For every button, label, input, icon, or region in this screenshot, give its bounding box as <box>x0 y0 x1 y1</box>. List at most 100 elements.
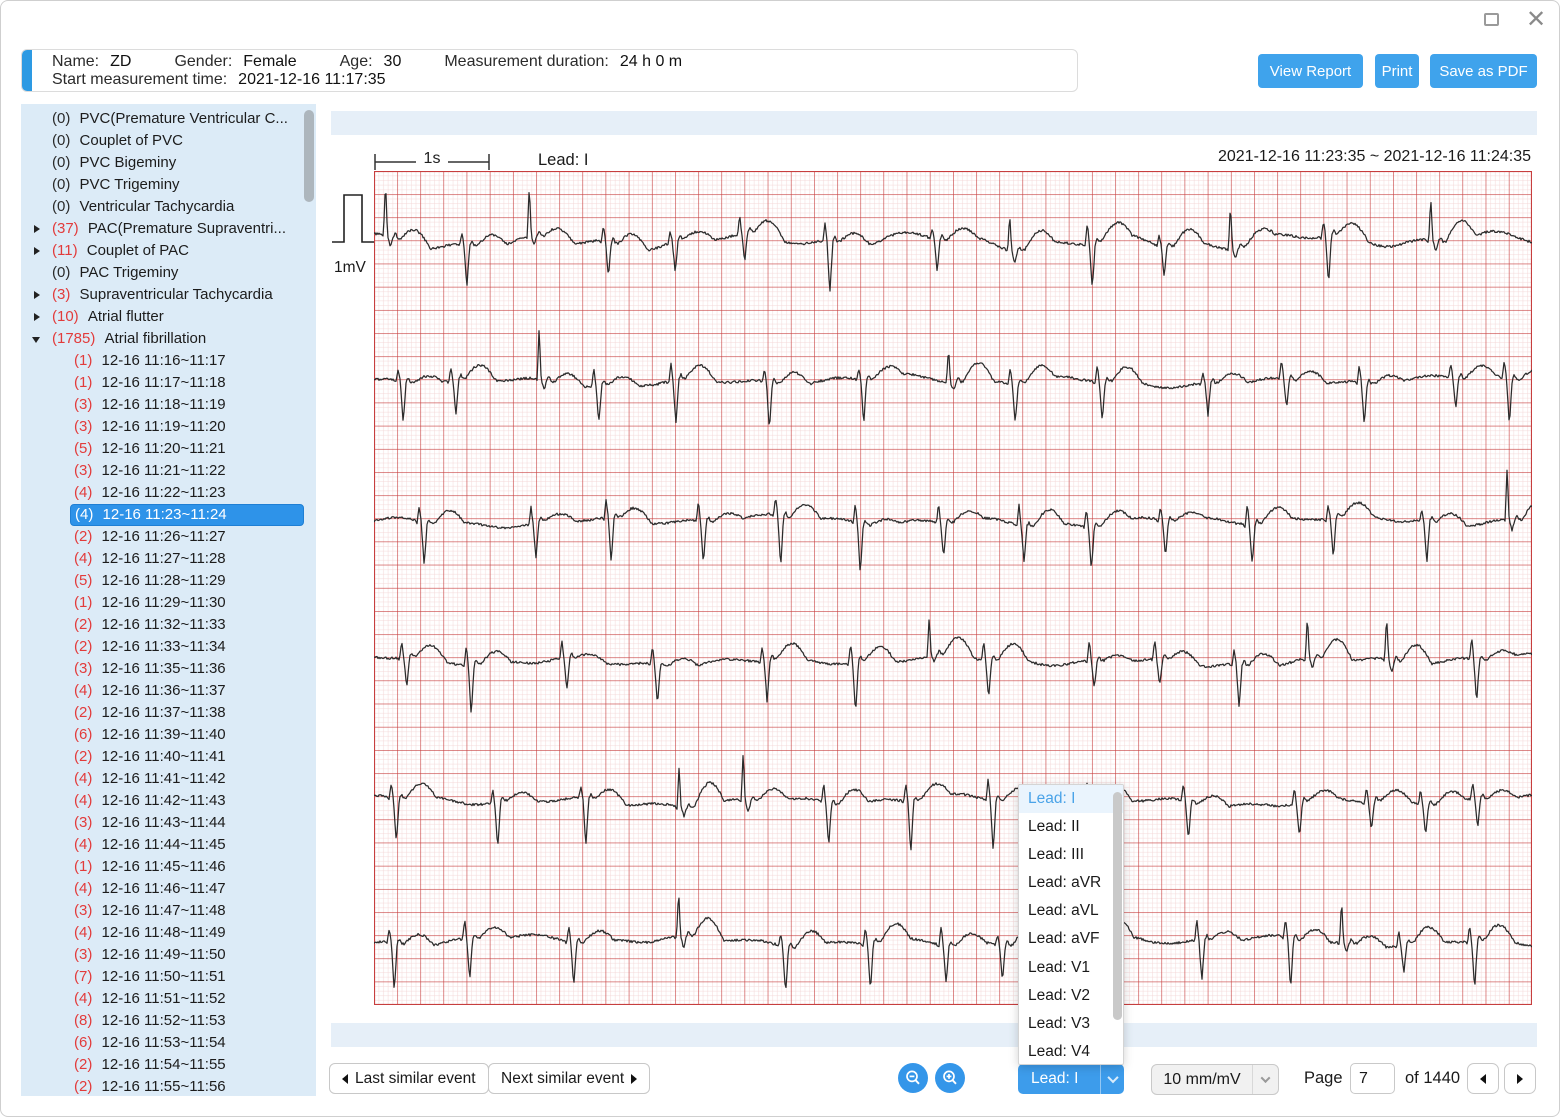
sidebar-tree-item[interactable]: (37) PAC(Premature Supraventri... <box>21 218 316 240</box>
field-label: Start measurement time: <box>52 71 227 89</box>
sidebar-tree-item[interactable]: (0) PVC(Premature Ventricular C... <box>21 108 316 130</box>
next-similar-event-button[interactable]: Next similar event <box>488 1063 650 1094</box>
sidebar-event-item[interactable]: (3) 12-16 11:35~11:36 <box>70 658 304 680</box>
event-time: 12-16 11:16~11:17 <box>102 352 226 369</box>
sidebar-tree-item[interactable]: (11) Couplet of PAC <box>21 240 316 262</box>
last-similar-event-button[interactable]: Last similar event <box>329 1063 489 1094</box>
expand-arrow-icon[interactable] <box>34 313 40 321</box>
sidebar-event-item[interactable]: (3) 12-16 11:19~11:20 <box>70 416 304 438</box>
next-page-button[interactable] <box>1504 1063 1536 1094</box>
sidebar-event-item[interactable]: (3) 12-16 11:21~11:22 <box>70 460 304 482</box>
sidebar-event-item[interactable]: (3) 12-16 11:43~11:44 <box>70 812 304 834</box>
field-value: ZD <box>110 53 131 71</box>
chevron-down-icon <box>1100 1064 1124 1094</box>
sidebar-tree-item[interactable]: (10) Atrial flutter <box>21 306 316 328</box>
sidebar-event-item[interactable]: (8) 12-16 11:52~11:53 <box>70 1010 304 1032</box>
event-time: 12-16 11:17~11:18 <box>102 374 226 391</box>
view-report-button[interactable]: View Report <box>1258 54 1363 88</box>
sidebar-event-item[interactable]: (2) 12-16 11:54~11:55 <box>70 1054 304 1076</box>
event-count: (3) <box>74 902 92 919</box>
sidebar-event-item[interactable]: (7) 12-16 11:50~11:51 <box>70 966 304 988</box>
lead-select[interactable]: Lead: I <box>1018 1064 1124 1094</box>
sidebar-event-item[interactable]: (4) 12-16 11:27~11:28 <box>70 548 304 570</box>
sidebar-tree-item[interactable]: (0) PVC Trigeminy <box>21 174 316 196</box>
event-count: (4) <box>74 924 92 941</box>
sidebar-event-item[interactable]: (4) 12-16 11:22~11:23 <box>70 482 304 504</box>
ecg-row-trace <box>374 756 1532 850</box>
lead-option[interactable]: Lead: V3 <box>1019 1010 1123 1038</box>
calibration-pulse-icon <box>331 193 377 247</box>
sidebar-tree-item[interactable]: (0) Ventricular Tachycardia <box>21 196 316 218</box>
lead-option[interactable]: Lead: V1 <box>1019 954 1123 982</box>
zoom-out-button[interactable] <box>898 1063 928 1093</box>
sidebar-tree-item[interactable]: (0) PAC Trigeminy <box>21 262 316 284</box>
page-number-input[interactable] <box>1350 1063 1395 1094</box>
sidebar-tree-item[interactable]: (3) Supraventricular Tachycardia <box>21 284 316 306</box>
sidebar-tree-item[interactable]: (0) PVC Bigeminy <box>21 152 316 174</box>
sidebar-event-item[interactable]: (1) 12-16 11:29~11:30 <box>70 592 304 614</box>
sidebar-tree-item[interactable]: (0) Couplet of PVC <box>21 130 316 152</box>
sidebar-event-item[interactable]: (2) 12-16 11:37~11:38 <box>70 702 304 724</box>
zoom-in-button[interactable] <box>935 1063 965 1093</box>
previous-page-button[interactable] <box>1467 1063 1499 1094</box>
sidebar-event-item[interactable]: (6) 12-16 11:53~11:54 <box>70 1032 304 1054</box>
close-button[interactable]: ✕ <box>1523 7 1549 33</box>
lead-option[interactable]: Lead: V4 <box>1019 1038 1123 1065</box>
print-button[interactable]: Print <box>1375 54 1419 88</box>
event-tree: (0) PVC(Premature Ventricular C... (0) C… <box>21 108 316 1096</box>
lead-option[interactable]: Lead: II <box>1019 813 1123 841</box>
patient-info-fields: Name: ZD Gender: Female Age: 30 Measurem… <box>52 53 1077 89</box>
maximize-button[interactable] <box>1484 13 1499 26</box>
lead-option[interactable]: Lead: aVL <box>1019 897 1123 925</box>
event-time: 12-16 11:33~11:34 <box>102 638 226 655</box>
left-arrow-icon <box>342 1074 348 1084</box>
sidebar-event-item[interactable]: (4) 12-16 11:23~11:24 <box>70 504 304 526</box>
dropdown-scrollbar[interactable] <box>1113 792 1122 1020</box>
sidebar-tree-item[interactable]: (1785) Atrial fibrillation <box>21 328 316 350</box>
event-count: (0) <box>52 176 70 193</box>
sidebar-event-item[interactable]: (4) 12-16 11:36~11:37 <box>70 680 304 702</box>
left-arrow-icon <box>1480 1074 1486 1084</box>
sidebar-event-item[interactable]: (4) 12-16 11:48~11:49 <box>70 922 304 944</box>
sidebar-event-item[interactable]: (2) 12-16 11:32~11:33 <box>70 614 304 636</box>
sidebar-event-item[interactable]: (1) 12-16 11:17~11:18 <box>70 372 304 394</box>
lead-option[interactable]: Lead: V2 <box>1019 982 1123 1010</box>
sidebar-event-item[interactable]: (4) 12-16 11:51~11:52 <box>70 988 304 1010</box>
expand-arrow-icon[interactable] <box>32 337 40 343</box>
sidebar-event-item[interactable]: (2) 12-16 11:40~11:41 <box>70 746 304 768</box>
sidebar-event-item[interactable]: (5) 12-16 11:28~11:29 <box>70 570 304 592</box>
sidebar-event-item[interactable]: (4) 12-16 11:42~11:43 <box>70 790 304 812</box>
gain-select[interactable]: 10 mm/mV <box>1151 1064 1279 1095</box>
event-type-label: PAC(Premature Supraventri... <box>88 220 286 237</box>
sidebar-event-item[interactable]: (3) 12-16 11:49~11:50 <box>70 944 304 966</box>
event-count: (6) <box>74 1034 92 1051</box>
lead-option[interactable]: Lead: aVF <box>1019 925 1123 953</box>
sidebar-event-item[interactable]: (6) 12-16 11:39~11:40 <box>70 724 304 746</box>
sidebar-event-item[interactable]: (1) 12-16 11:45~11:46 <box>70 856 304 878</box>
sidebar-event-item[interactable]: (2) 12-16 11:26~11:27 <box>70 526 304 548</box>
lead-option[interactable]: Lead: III <box>1019 841 1123 869</box>
save-as-pdf-button[interactable]: Save as PDF <box>1430 54 1537 88</box>
event-count: (2) <box>74 1056 92 1073</box>
sidebar-event-item[interactable]: (4) 12-16 11:41~11:42 <box>70 768 304 790</box>
lead-option[interactable]: Lead: aVR <box>1019 869 1123 897</box>
ecg-trace-layer <box>374 171 1532 1005</box>
sidebar-event-item[interactable]: (2) 12-16 11:33~11:34 <box>70 636 304 658</box>
lead-option[interactable]: Lead: I <box>1019 785 1123 813</box>
event-count: (8) <box>74 1012 92 1029</box>
sidebar-scrollbar[interactable] <box>304 110 314 202</box>
sidebar-event-item[interactable]: (1) 12-16 11:16~11:17 <box>70 350 304 372</box>
zoom-out-icon <box>904 1069 922 1087</box>
sidebar-event-item[interactable]: (3) 12-16 11:18~11:19 <box>70 394 304 416</box>
event-count: (2) <box>74 1078 92 1095</box>
expand-arrow-icon[interactable] <box>34 225 40 233</box>
expand-arrow-icon[interactable] <box>34 291 40 299</box>
sidebar-event-item[interactable]: (3) 12-16 11:47~11:48 <box>70 900 304 922</box>
sidebar-event-item[interactable]: (4) 12-16 11:44~11:45 <box>70 834 304 856</box>
sidebar-event-item[interactable]: (2) 12-16 11:55~11:56 <box>70 1076 304 1096</box>
field-value: 24 h 0 m <box>620 53 682 71</box>
expand-arrow-icon[interactable] <box>34 247 40 255</box>
ecg-row-trace <box>374 470 1532 570</box>
sidebar-event-item[interactable]: (5) 12-16 11:20~11:21 <box>70 438 304 460</box>
sidebar-event-item[interactable]: (4) 12-16 11:46~11:47 <box>70 878 304 900</box>
